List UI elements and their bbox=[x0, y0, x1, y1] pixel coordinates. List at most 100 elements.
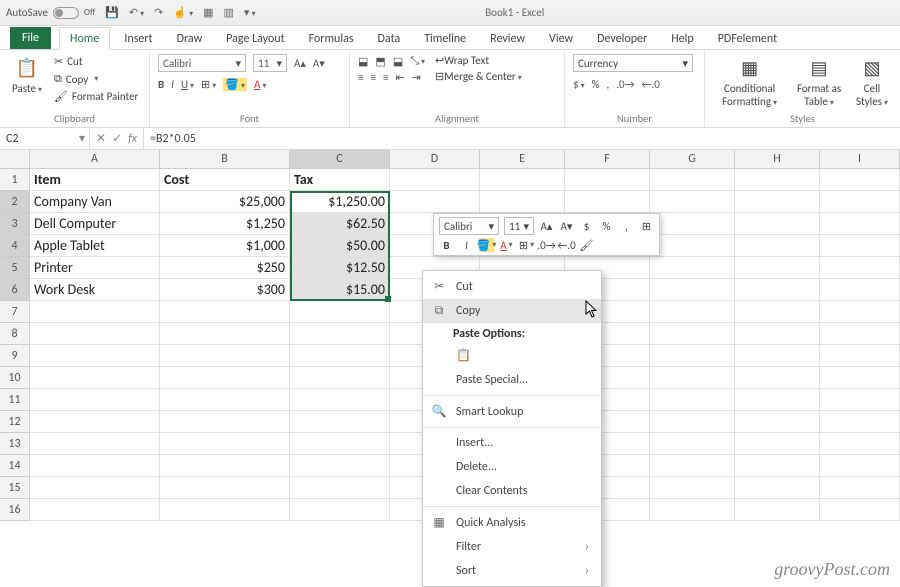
row-header[interactable]: 2 bbox=[0, 191, 30, 213]
tab-view[interactable]: View bbox=[539, 28, 583, 49]
cell[interactable]: $12.50 bbox=[290, 257, 390, 279]
align-top-icon[interactable]: ⬓ bbox=[358, 55, 368, 68]
mini-italic-icon[interactable]: I bbox=[459, 238, 474, 252]
cell[interactable] bbox=[650, 455, 735, 477]
cell[interactable] bbox=[290, 389, 390, 411]
merge-center-button[interactable]: ⊟Merge & Center bbox=[435, 70, 522, 83]
row-header[interactable]: 4 bbox=[0, 235, 30, 257]
cell[interactable] bbox=[735, 477, 820, 499]
cell[interactable] bbox=[290, 301, 390, 323]
cell[interactable] bbox=[390, 191, 480, 213]
fill-color-button[interactable]: 🪣 bbox=[223, 78, 247, 91]
cell[interactable] bbox=[820, 345, 900, 367]
mini-dec-font-icon[interactable]: A▾ bbox=[559, 219, 574, 233]
align-middle-icon[interactable]: ⬒ bbox=[375, 55, 385, 68]
col-header[interactable]: G bbox=[650, 150, 735, 169]
align-center-icon[interactable]: ≡ bbox=[370, 71, 375, 84]
increase-font-icon[interactable]: A▴ bbox=[294, 57, 306, 70]
cell[interactable] bbox=[820, 455, 900, 477]
tab-formulas[interactable]: Formulas bbox=[299, 28, 364, 49]
autosave-toggle[interactable]: AutoSave Off bbox=[6, 6, 95, 19]
tab-page-layout[interactable]: Page Layout bbox=[216, 28, 294, 49]
decrease-decimal-icon[interactable]: ←.0 bbox=[642, 78, 660, 91]
cell[interactable] bbox=[480, 169, 565, 191]
row-header[interactable]: 12 bbox=[0, 411, 30, 433]
ctx-sort[interactable]: Sort bbox=[423, 559, 601, 583]
tab-insert[interactable]: Insert bbox=[114, 28, 162, 49]
cut-button[interactable]: ✂Cut bbox=[52, 54, 140, 69]
number-format-select[interactable]: Currency▾ bbox=[573, 54, 693, 72]
row-header[interactable]: 14 bbox=[0, 455, 30, 477]
touch-mode-icon[interactable]: ☝ bbox=[173, 6, 193, 19]
cell[interactable] bbox=[735, 499, 820, 521]
cell[interactable] bbox=[820, 389, 900, 411]
ctx-paste-option[interactable]: 📋 bbox=[423, 343, 601, 368]
tab-developer[interactable]: Developer bbox=[587, 28, 657, 49]
underline-button[interactable]: U bbox=[181, 78, 194, 91]
tab-help[interactable]: Help bbox=[661, 28, 704, 49]
cell[interactable]: $62.50 bbox=[290, 213, 390, 235]
cell[interactable] bbox=[650, 301, 735, 323]
bold-button[interactable]: B bbox=[158, 78, 164, 91]
cell[interactable] bbox=[735, 301, 820, 323]
wrap-text-button[interactable]: ↩Wrap Text bbox=[435, 54, 522, 67]
cell[interactable]: $1,250.00 bbox=[290, 191, 390, 213]
cell[interactable] bbox=[30, 477, 160, 499]
col-header[interactable]: A bbox=[30, 150, 160, 169]
cell[interactable]: $1,250 bbox=[160, 213, 290, 235]
cell[interactable] bbox=[735, 323, 820, 345]
indent-inc-icon[interactable]: ⇥ bbox=[412, 71, 421, 84]
cell[interactable] bbox=[735, 367, 820, 389]
percent-icon[interactable]: % bbox=[592, 78, 600, 91]
cell[interactable] bbox=[735, 169, 820, 191]
cell[interactable] bbox=[290, 345, 390, 367]
col-header[interactable]: F bbox=[565, 150, 650, 169]
align-right-icon[interactable]: ≡ bbox=[383, 71, 388, 84]
cell[interactable] bbox=[650, 213, 735, 235]
tab-data[interactable]: Data bbox=[368, 28, 411, 49]
row-header[interactable]: 11 bbox=[0, 389, 30, 411]
cell[interactable] bbox=[820, 169, 900, 191]
ctx-filter[interactable]: Filter bbox=[423, 535, 601, 559]
mini-border-icon[interactable]: ⊞ bbox=[639, 219, 654, 233]
mini-percent-icon[interactable]: % bbox=[599, 219, 614, 233]
cell[interactable] bbox=[820, 433, 900, 455]
cell[interactable] bbox=[735, 389, 820, 411]
font-color-button[interactable]: A bbox=[254, 78, 266, 91]
cell-styles-button[interactable]: ▧Cell Styles bbox=[852, 54, 892, 110]
cell[interactable] bbox=[650, 367, 735, 389]
cell[interactable] bbox=[650, 433, 735, 455]
select-all-corner[interactable] bbox=[0, 150, 30, 169]
mini-fill-icon[interactable]: 🪣 bbox=[479, 238, 494, 252]
cell[interactable] bbox=[30, 345, 160, 367]
mini-font-color-icon[interactable]: A bbox=[499, 238, 514, 252]
cell[interactable] bbox=[565, 191, 650, 213]
cell[interactable] bbox=[30, 433, 160, 455]
cell[interactable] bbox=[290, 455, 390, 477]
cell[interactable] bbox=[650, 477, 735, 499]
tab-review[interactable]: Review bbox=[480, 28, 535, 49]
cell[interactable] bbox=[735, 433, 820, 455]
cell[interactable] bbox=[735, 235, 820, 257]
mini-dec-dec-icon[interactable]: ←.0 bbox=[559, 238, 574, 252]
cell[interactable] bbox=[390, 169, 480, 191]
cell[interactable] bbox=[30, 323, 160, 345]
ctx-quick-analysis[interactable]: ▦Quick Analysis bbox=[423, 510, 601, 535]
row-header[interactable]: 9 bbox=[0, 345, 30, 367]
cell[interactable] bbox=[820, 499, 900, 521]
align-bottom-icon[interactable]: ⬓ bbox=[393, 55, 403, 68]
qat-icon-1[interactable]: ▦ bbox=[203, 6, 213, 19]
ctx-insert[interactable]: Insert... bbox=[423, 431, 601, 455]
cell[interactable] bbox=[820, 367, 900, 389]
cell[interactable] bbox=[735, 213, 820, 235]
cell[interactable] bbox=[290, 433, 390, 455]
copy-button[interactable]: ⧉Copy bbox=[52, 71, 140, 87]
cell[interactable] bbox=[650, 411, 735, 433]
row-header[interactable]: 15 bbox=[0, 477, 30, 499]
conditional-formatting-button[interactable]: ▦Conditional Formatting bbox=[713, 54, 786, 110]
cell[interactable] bbox=[565, 169, 650, 191]
row-header[interactable]: 5 bbox=[0, 257, 30, 279]
cell[interactable] bbox=[735, 257, 820, 279]
tab-timeline[interactable]: Timeline bbox=[414, 28, 476, 49]
ctx-clear[interactable]: Clear Contents bbox=[423, 479, 601, 503]
